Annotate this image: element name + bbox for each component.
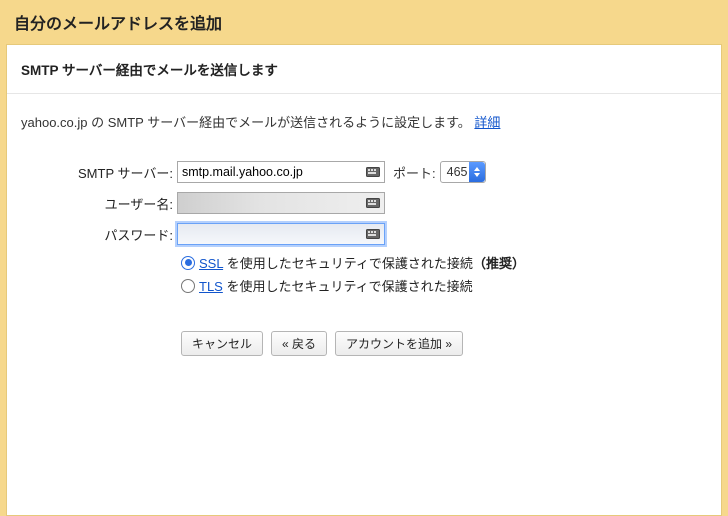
port-value: 465 [447, 165, 468, 179]
smtp-label: SMTP サーバー: [57, 163, 177, 182]
port-label: ポート: [393, 163, 436, 182]
tls-link[interactable]: TLS [199, 279, 223, 294]
page-title: 自分のメールアドレスを追加 [0, 0, 728, 44]
updown-icon [469, 162, 485, 182]
ssl-link[interactable]: SSL [199, 256, 223, 271]
add-account-button[interactable]: アカウントを追加 » [335, 331, 463, 356]
learn-more-link[interactable]: 詳細 [474, 115, 500, 130]
ssl-option-text: SSL を使用したセキュリティで保護された接続（推奨） [199, 253, 525, 272]
panel-body: yahoo.co.jp の SMTP サーバー経由でメールが送信されるように設定… [7, 94, 721, 370]
cancel-button[interactable]: キャンセル [181, 331, 263, 356]
username-input[interactable] [177, 192, 385, 214]
ssl-suffix: （推奨） [473, 256, 525, 271]
username-label: ユーザー名: [57, 194, 177, 213]
main-panel: SMTP サーバー経由でメールを送信します yahoo.co.jp の SMTP… [6, 44, 722, 516]
intro-line: yahoo.co.jp の SMTP サーバー経由でメールが送信されるように設定… [21, 112, 707, 131]
tls-option-text: TLS を使用したセキュリティで保護された接続 [199, 276, 473, 295]
ssl-text: を使用したセキュリティで保護された接続 [223, 256, 473, 271]
port-select[interactable]: 465 [440, 161, 487, 183]
ssl-radio[interactable] [181, 256, 195, 270]
intro-text: yahoo.co.jp の SMTP サーバー経由でメールが送信されるように設定… [21, 115, 471, 130]
smtp-server-input[interactable] [177, 161, 385, 183]
tls-text: を使用したセキュリティで保護された接続 [223, 279, 473, 294]
tls-radio[interactable] [181, 279, 195, 293]
password-input[interactable] [177, 223, 385, 245]
panel-title: SMTP サーバー経由でメールを送信します [7, 45, 721, 94]
password-label: パスワード: [57, 225, 177, 244]
back-button[interactable]: « 戻る [271, 331, 327, 356]
